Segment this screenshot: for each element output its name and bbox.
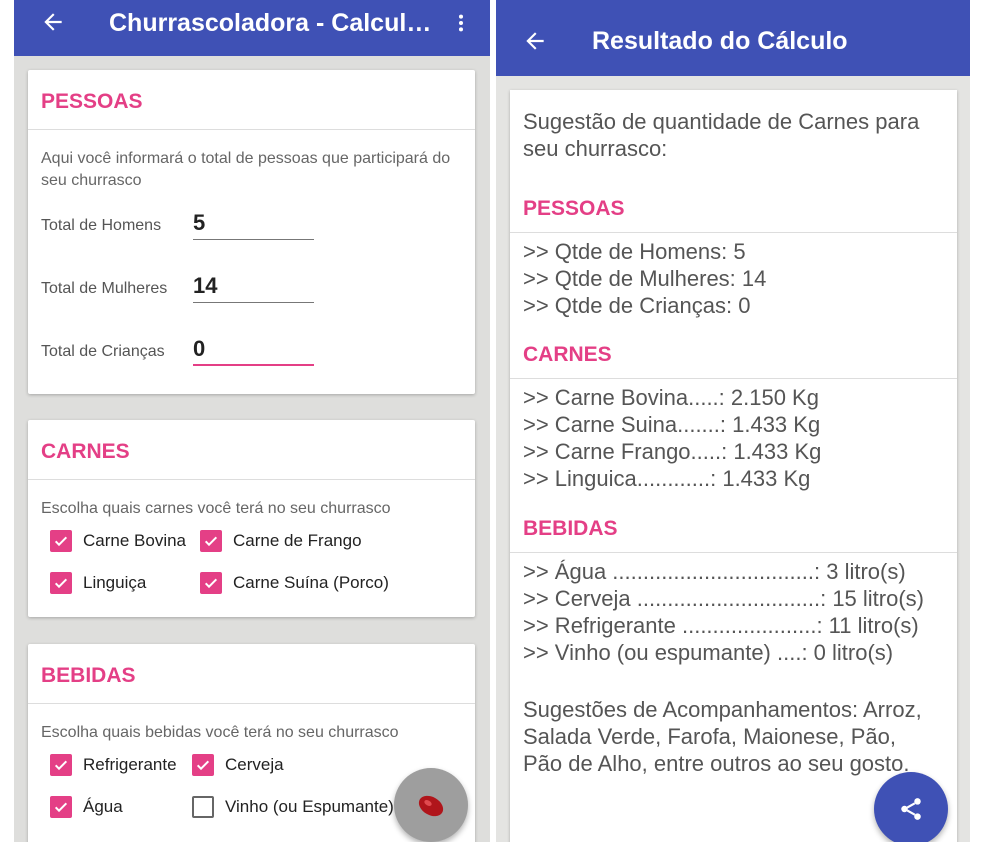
checkbox-label: Carne de Frango — [233, 531, 362, 550]
checkbox-checked-icon — [200, 530, 222, 552]
checkbox-label: Água — [83, 797, 123, 816]
result-line: >> Vinho (ou espumante) ....: 0 litro(s) — [523, 640, 894, 665]
result-line: >> Qtde de Homens: 5 — [523, 239, 746, 264]
checkbox-linguica[interactable]: Linguiça — [50, 572, 146, 594]
result-intro: Sugestão de quantidade de Carnes para se… — [523, 109, 920, 161]
result-line: >> Qtde de Mulheres: 14 — [523, 266, 767, 291]
checkbox-vinho[interactable]: Vinho (ou Espumante) — [192, 796, 394, 818]
checkbox-checked-icon — [50, 796, 72, 818]
children-label: Total de Crianças — [41, 343, 165, 360]
bebidas-header: BEBIDAS — [28, 644, 475, 704]
share-fab[interactable] — [874, 772, 948, 842]
result-line: >> Cerveja .............................… — [523, 586, 925, 611]
app-title: Churrascoladora - Calculadora — [109, 9, 439, 37]
result-acompanhamentos: Sugestões de Acompanhamentos: Arroz, Sal… — [523, 697, 922, 776]
checkbox-checked-icon — [200, 572, 222, 594]
bebidas-title: BEBIDAS — [41, 664, 136, 687]
checkbox-label: Carne Suína (Porco) — [233, 573, 389, 592]
carnes-header: CARNES — [28, 420, 475, 480]
checkbox-carne-frango[interactable]: Carne de Frango — [200, 530, 362, 552]
result-card: Sugestão de quantidade de Carnes para se… — [510, 90, 957, 842]
men-label: Total de Homens — [41, 217, 162, 234]
checkbox-checked-icon — [192, 754, 214, 776]
men-input[interactable]: 5 — [193, 210, 314, 240]
share-icon — [901, 798, 921, 820]
pessoas-header: PESSOAS — [28, 70, 475, 130]
women-label: Total de Mulheres — [41, 280, 168, 297]
checkbox-agua[interactable]: Água — [50, 796, 123, 818]
checkbox-label: Carne Bovina — [83, 531, 187, 550]
result-carnes-header: CARNES — [510, 333, 957, 379]
checkbox-checked-icon — [50, 530, 72, 552]
app-bar: Resultado do Cálculo — [496, 0, 970, 76]
result-line: >> Carne Bovina.....: 2.150 Kg — [523, 385, 819, 410]
bebidas-description: Escolha quais bebidas você terá no seu c… — [41, 724, 399, 741]
back-arrow-icon[interactable] — [40, 9, 66, 35]
checkbox-carne-suina[interactable]: Carne Suína (Porco) — [200, 572, 389, 594]
checkbox-label: Linguiça — [83, 573, 147, 592]
pessoas-title: PESSOAS — [41, 90, 143, 113]
carnes-description: Escolha quais carnes você terá no seu ch… — [41, 500, 391, 517]
app-bar: Churrascoladora - Calculadora — [14, 0, 490, 56]
checkbox-checked-icon — [50, 572, 72, 594]
meat-icon — [418, 795, 444, 817]
result-line: >> Refrigerante ......................: … — [523, 613, 919, 638]
result-pessoas-title: PESSOAS — [523, 197, 625, 220]
checkbox-carne-bovina[interactable]: Carne Bovina — [50, 530, 186, 552]
more-vert-icon[interactable] — [450, 10, 472, 36]
result-line: >> Linguica............: 1.433 Kg — [523, 466, 811, 491]
checkbox-refrigerante[interactable]: Refrigerante — [50, 754, 177, 776]
back-arrow-icon[interactable] — [522, 28, 548, 54]
children-input[interactable]: 0 — [193, 336, 314, 366]
result-line: >> Qtde de Crianças: 0 — [523, 293, 751, 318]
result-screen: Resultado do Cálculo Sugestão de quantid… — [496, 0, 970, 842]
pessoas-card: PESSOAS Aqui você informará o total de p… — [28, 70, 475, 394]
checkbox-unchecked-icon — [192, 796, 214, 818]
calculator-screen: Churrascoladora - Calculadora PESSOAS Aq… — [14, 0, 490, 842]
checkbox-cerveja[interactable]: Cerveja — [192, 754, 284, 776]
result-bebidas-header: BEBIDAS — [510, 507, 957, 553]
result-pessoas-header: PESSOAS — [510, 187, 957, 233]
checkbox-label: Vinho (ou Espumante) — [225, 797, 394, 816]
result-line: >> Carne Suina.......: 1.433 Kg — [523, 412, 821, 437]
pessoas-description: Aqui você informará o total de pessoas q… — [41, 150, 451, 189]
checkbox-label: Refrigerante — [83, 755, 177, 774]
women-input[interactable]: 14 — [193, 273, 314, 303]
app-title: Resultado do Cálculo — [592, 27, 848, 55]
result-line: >> Água ................................… — [523, 559, 906, 584]
checkbox-checked-icon — [50, 754, 72, 776]
carnes-title: CARNES — [41, 440, 130, 463]
carnes-card: CARNES Escolha quais carnes você terá no… — [28, 420, 475, 617]
result-line: >> Carne Frango.....: 1.433 Kg — [523, 439, 822, 464]
result-carnes-title: CARNES — [523, 343, 612, 366]
checkbox-label: Cerveja — [225, 755, 284, 774]
result-bebidas-title: BEBIDAS — [523, 517, 618, 540]
calculate-fab[interactable] — [394, 768, 468, 842]
